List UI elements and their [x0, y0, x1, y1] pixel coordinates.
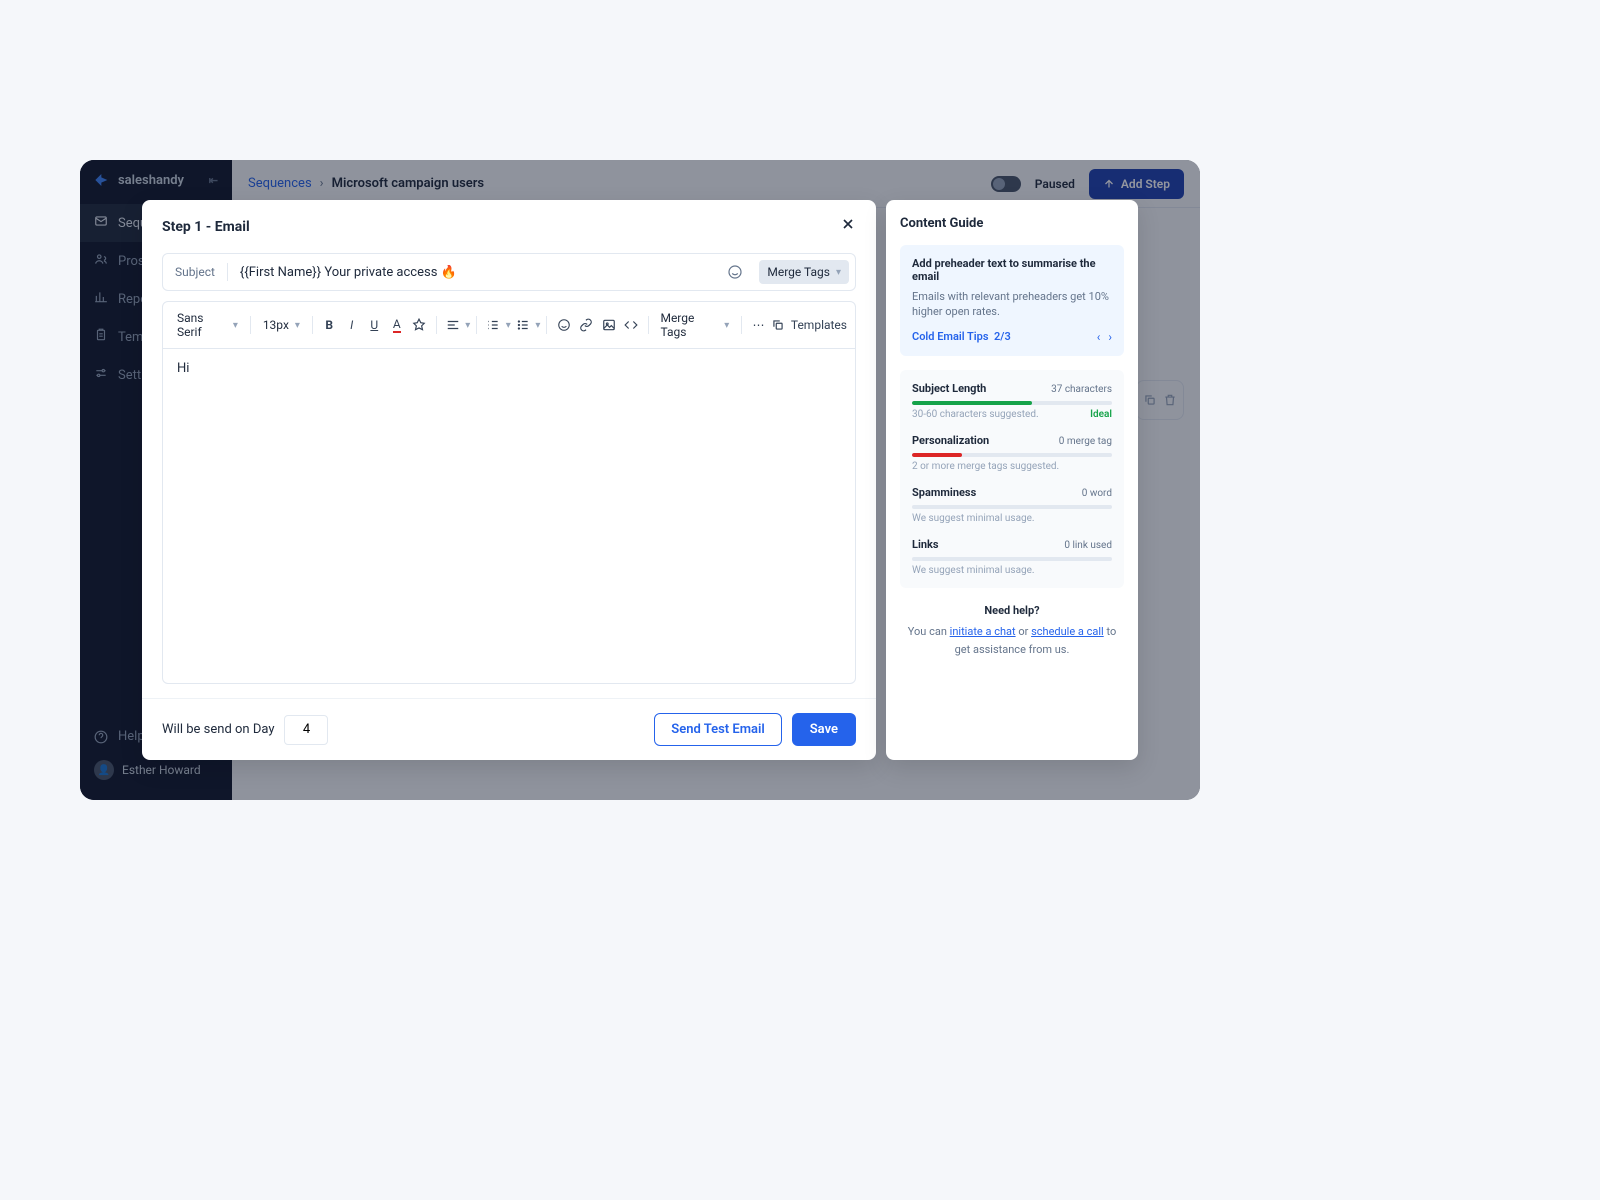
- metric-name: Personalization: [912, 434, 989, 447]
- underline-button[interactable]: U: [364, 314, 385, 336]
- chevron-down-icon: ▾: [295, 320, 300, 331]
- app-frame: saleshandy ⇤ SequencesProspectsReportsTe…: [80, 160, 1200, 800]
- smile-icon: [727, 264, 743, 280]
- tip-prev[interactable]: ‹: [1097, 330, 1101, 344]
- initiate-chat-link[interactable]: initiate a chat: [950, 625, 1016, 638]
- tip-title: Add preheader text to summarise the emai…: [912, 257, 1112, 283]
- text-color-button[interactable]: A: [387, 314, 408, 336]
- font-size-select[interactable]: 13px▾: [257, 315, 306, 335]
- modal-title: Step 1 - Email: [162, 219, 250, 235]
- close-icon: [840, 216, 856, 232]
- metric-note: 2 or more merge tags suggested.: [912, 461, 1059, 472]
- metric-bar: [912, 401, 1112, 405]
- metric-note: 30-60 characters suggested.: [912, 409, 1039, 420]
- unordered-list-button[interactable]: [513, 314, 534, 336]
- content-guide-panel: Content Guide Add preheader text to summ…: [886, 200, 1138, 760]
- toolbar-merge-tags[interactable]: Merge Tags▾: [654, 308, 735, 342]
- more-button[interactable]: ⋯: [748, 314, 769, 336]
- tip-next[interactable]: ›: [1108, 330, 1112, 344]
- chevron-down-icon: ▾: [836, 267, 841, 278]
- metric-name: Spamminess: [912, 486, 976, 499]
- send-day-input[interactable]: [284, 715, 328, 745]
- metric-name: Subject Length: [912, 382, 986, 395]
- emoji-toolbar-button[interactable]: [553, 314, 574, 336]
- metric-links: Links 0 link used We suggest minimal usage…: [912, 538, 1112, 576]
- schedule-call-link[interactable]: schedule a call: [1031, 625, 1104, 638]
- smile-icon: [557, 318, 571, 332]
- metric-value: 0 word: [1082, 488, 1112, 499]
- subject-row: Subject Merge Tags ▾: [162, 253, 856, 291]
- metric-note: We suggest minimal usage.: [912, 513, 1035, 524]
- metrics-block: Subject Length 37 characters 30-60 charact…: [900, 370, 1124, 588]
- chevron-down-icon: ▾: [724, 320, 729, 331]
- chevron-down-icon: ▾: [506, 320, 511, 331]
- align-button[interactable]: [443, 314, 464, 336]
- font-family-select[interactable]: Sans Serif▾: [171, 308, 244, 342]
- metric-value: 0 link used: [1064, 540, 1112, 551]
- email-step-modal: Step 1 - Email Subject Merge Tags ▾: [142, 200, 876, 760]
- link-icon: [579, 318, 593, 332]
- tip-link[interactable]: Cold Email Tips 2/3: [912, 330, 1011, 343]
- subject-input[interactable]: [240, 265, 711, 280]
- metric-value: 37 characters: [1051, 384, 1112, 395]
- align-left-icon: [446, 318, 460, 332]
- ul-icon: [516, 318, 530, 332]
- help-block: Need help? You can initiate a chat or sc…: [900, 602, 1124, 659]
- metric-value: 0 merge tag: [1059, 436, 1112, 447]
- editor-box: Sans Serif▾ 13px▾ B I U A: [162, 301, 856, 684]
- copy-icon: [771, 318, 785, 332]
- metric-name: Links: [912, 538, 939, 551]
- image-icon: [602, 318, 616, 332]
- modal-footer: Will be send on Day Send Test Email Save: [142, 698, 876, 760]
- metric-bar: [912, 505, 1112, 509]
- subject-label: Subject: [175, 265, 215, 279]
- link-button[interactable]: [576, 314, 597, 336]
- close-button[interactable]: [840, 216, 856, 237]
- chevron-down-icon: ▾: [535, 320, 540, 331]
- save-button[interactable]: Save: [792, 713, 856, 746]
- highlight-button[interactable]: [409, 314, 430, 336]
- help-title: Need help?: [900, 602, 1124, 620]
- send-day-label: Will be send on Day: [162, 722, 274, 737]
- templates-button[interactable]: Templates: [771, 318, 847, 332]
- editor-area[interactable]: Hi: [163, 349, 855, 683]
- metric-subject-length: Subject Length 37 characters 30-60 charact…: [912, 382, 1112, 420]
- content-guide-title: Content Guide: [900, 216, 1124, 231]
- metric-note: We suggest minimal usage.: [912, 565, 1035, 576]
- metric-personalization: Personalization 0 merge tag 2 or more merg…: [912, 434, 1112, 472]
- image-button[interactable]: [598, 314, 619, 336]
- ordered-list-button[interactable]: [483, 314, 504, 336]
- ol-icon: [486, 318, 500, 332]
- code-icon: [624, 318, 638, 332]
- italic-button[interactable]: I: [341, 314, 362, 336]
- templates-label: Templates: [791, 318, 847, 332]
- chevron-down-icon: ▾: [233, 320, 238, 331]
- send-test-button[interactable]: Send Test Email: [654, 713, 781, 746]
- editor-toolbar: Sans Serif▾ 13px▾ B I U A: [163, 302, 855, 349]
- metric-spamminess: Spamminess 0 word We suggest minimal usage…: [912, 486, 1112, 524]
- subject-merge-tags[interactable]: Merge Tags ▾: [759, 260, 849, 284]
- highlight-icon: [412, 318, 426, 332]
- metric-bar: [912, 557, 1112, 561]
- subject-merge-tags-label: Merge Tags: [767, 265, 830, 279]
- modal-container: Step 1 - Email Subject Merge Tags ▾: [142, 200, 1138, 760]
- emoji-button[interactable]: [723, 260, 747, 284]
- metric-status: Ideal: [1090, 409, 1112, 420]
- code-button[interactable]: [621, 314, 642, 336]
- chevron-down-icon: ▾: [465, 320, 470, 331]
- tip-body: Emails with relevant preheaders get 10% …: [912, 289, 1112, 320]
- metric-bar: [912, 453, 1112, 457]
- tip-box: Add preheader text to summarise the emai…: [900, 245, 1124, 356]
- bold-button[interactable]: B: [319, 314, 340, 336]
